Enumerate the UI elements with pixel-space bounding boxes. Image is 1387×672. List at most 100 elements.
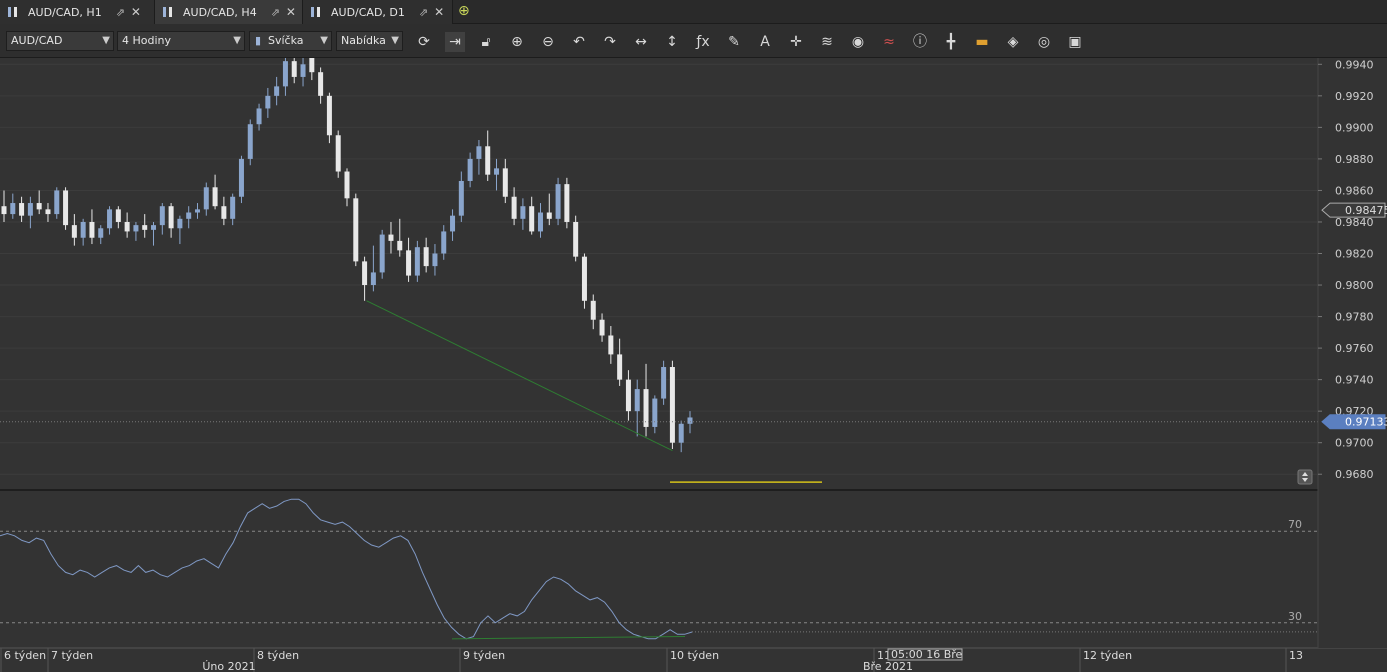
candle-body — [661, 367, 667, 399]
chevron-down-icon: ▼ — [233, 35, 241, 46]
candle-body — [291, 61, 297, 77]
tab-label: AUD/CAD, D1 — [331, 5, 405, 19]
price-tick-label: 0.9820 — [1335, 248, 1374, 261]
candle-body — [10, 203, 16, 215]
cursor-crosshair-icon[interactable]: ╋ — [941, 32, 961, 52]
candle-body — [458, 180, 464, 216]
price-tick-label: 0.9940 — [1335, 58, 1374, 71]
indicators-fx-icon[interactable]: ƒx — [693, 32, 713, 52]
candle-body — [133, 225, 139, 232]
candle-body — [546, 212, 552, 219]
candle — [353, 193, 359, 267]
candle-body — [494, 168, 500, 175]
candle-body — [63, 190, 69, 226]
candle-body — [520, 206, 526, 219]
candle-body — [529, 206, 535, 232]
redo-icon[interactable]: ↷ — [600, 32, 620, 52]
tab-audcad-h4[interactable]: AUD/CAD, H4 ⇗ ✕ — [155, 0, 303, 24]
detach-icon[interactable]: ⇗ — [419, 6, 428, 19]
candle-body — [590, 300, 596, 320]
candle-body — [573, 221, 579, 257]
candle-body — [450, 215, 456, 232]
info-icon[interactable]: ⓘ — [910, 32, 930, 52]
candle-body — [168, 206, 174, 229]
tab-audcad-h1[interactable]: AUD/CAD, H1 ⇗ ✕ — [0, 0, 155, 24]
candle-body — [212, 187, 218, 207]
candle-body — [344, 171, 350, 199]
paint-bucket-icon[interactable]: ◈ — [1003, 32, 1023, 52]
refresh-icon[interactable]: ⟳ — [414, 32, 434, 52]
oscillator-level-label: 70 — [1288, 518, 1302, 531]
zoom-in-icon[interactable]: ⊕ — [507, 32, 527, 52]
close-icon[interactable]: ✕ — [131, 5, 141, 19]
alert-level-tag: 0.98475 — [1321, 202, 1387, 218]
week-label: 6 týden — [4, 649, 46, 662]
detach-icon[interactable]: ⇗ — [116, 6, 125, 19]
theme-colors-icon[interactable]: ▬ — [972, 32, 992, 52]
detach-icon[interactable]: ⇗ — [271, 6, 280, 19]
candle — [581, 253, 587, 309]
horizontal-stretch-icon[interactable]: ↔ — [631, 32, 651, 52]
scroll-arrows-icon[interactable] — [1297, 469, 1313, 485]
candle-body — [476, 146, 482, 159]
candle-body — [643, 389, 649, 427]
candle-body — [115, 209, 121, 222]
layers-icon[interactable]: ≋ — [817, 32, 837, 52]
unlock-icon[interactable]: 🔓︎ — [476, 32, 496, 52]
save-icon[interactable]: ▣ — [1065, 32, 1085, 52]
price-type-select[interactable]: Nabídka ▼ — [336, 31, 403, 51]
chart-type-select[interactable]: ▮ Svíčka ▼ — [249, 31, 332, 51]
candle-body — [124, 221, 130, 232]
price-tick-label: 0.9860 — [1335, 184, 1374, 197]
candle-body — [441, 231, 447, 254]
trading-signals-icon[interactable]: ≈ — [879, 32, 899, 52]
candle-body — [599, 319, 605, 336]
visibility-icon[interactable]: ◉ — [848, 32, 868, 52]
zoom-out-icon[interactable]: ⊖ — [538, 32, 558, 52]
close-icon[interactable]: ✕ — [286, 5, 296, 19]
crosshair-tool-icon[interactable]: ✛ — [786, 32, 806, 52]
time-cursor-text: 05:00 16 Bře — [891, 648, 963, 661]
candle-body — [564, 184, 570, 222]
price-tick-label: 0.9880 — [1335, 153, 1374, 166]
candle — [564, 177, 570, 229]
week-label: 10 týden — [670, 649, 719, 662]
chevron-down-icon: ▼ — [102, 35, 110, 46]
price-tick-label: 0.9760 — [1335, 342, 1374, 355]
candle-body — [107, 209, 113, 229]
tab-bar: AUD/CAD, H1 ⇗ ✕ AUD/CAD, H4 ⇗ ✕ AUD/CAD,… — [0, 0, 1387, 24]
candle — [335, 130, 341, 178]
close-icon[interactable]: ✕ — [434, 5, 444, 19]
candle-body — [45, 209, 51, 215]
chart-type-value: Svíčka — [268, 34, 304, 47]
undo-icon[interactable]: ↶ — [569, 32, 589, 52]
candle-chart-icon — [6, 6, 20, 18]
candle-body — [414, 247, 420, 276]
chevron-down-icon: ▼ — [320, 35, 328, 46]
month-label: Úno 2021 — [202, 660, 255, 672]
current-price-tag: 0.97133 — [1321, 414, 1387, 430]
candle-body — [432, 253, 438, 267]
settings-cycle-icon[interactable]: ◎ — [1034, 32, 1054, 52]
candle-body — [282, 61, 288, 87]
period-select[interactable]: 4 Hodiny ▼ — [117, 31, 245, 51]
chart-area[interactable]: 703081.97967.95353.92639.926.055 0.99400… — [0, 58, 1387, 672]
candle-body — [151, 225, 157, 230]
instrument-select[interactable]: AUD/CAD ▼ — [6, 31, 114, 51]
week-label: 9 týden — [463, 649, 505, 662]
shift-chart-icon[interactable]: ⇥ — [445, 32, 465, 52]
candle-body — [555, 184, 561, 219]
candle-body — [511, 196, 517, 219]
add-chart-icon[interactable]: ⊕ — [458, 3, 474, 19]
chart-toolbar: AUD/CAD ▼ 4 Hodiny ▼ ▮ Svíčka ▼ Nabídka ▼ ⟳ ⇥ 🔓… — [0, 24, 1387, 58]
candle-body — [194, 209, 200, 213]
tab-audcad-d1[interactable]: AUD/CAD, D1 ⇗ ✕ — [303, 0, 453, 24]
candle-body — [678, 423, 684, 443]
candle-body — [379, 234, 385, 273]
pencil-draw-icon[interactable]: ✎ — [724, 32, 744, 52]
candle-body — [353, 198, 359, 262]
text-tool-icon[interactable]: A — [755, 32, 775, 52]
chevron-down-icon: ▼ — [391, 35, 399, 46]
vertical-stretch-icon[interactable]: ↕ — [662, 32, 682, 52]
candle-body — [625, 379, 631, 412]
